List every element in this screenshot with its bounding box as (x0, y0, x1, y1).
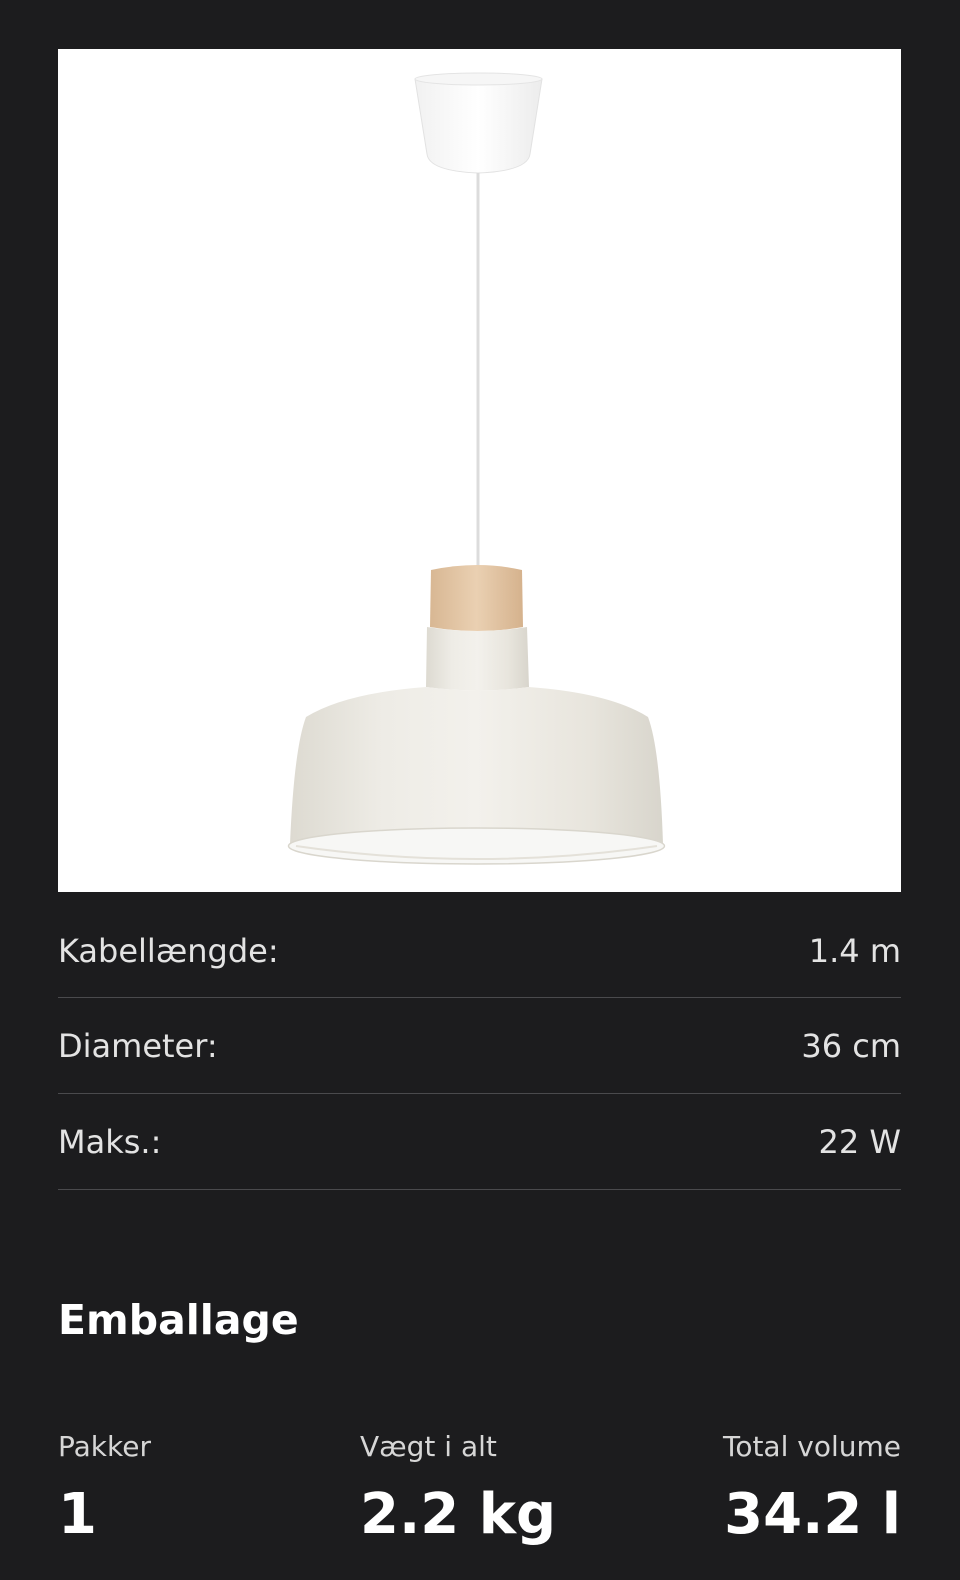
packages-value: 1 (58, 1482, 97, 1547)
weight-stat: Vægt i alt 2.2 kg (360, 1433, 556, 1543)
spec-row-cable-length: Kabellængde: 1.4 m (58, 905, 901, 998)
packaging-title: Emballage (58, 1296, 299, 1344)
specs-list: Kabellængde: 1.4 m Diameter: 36 cm Maks.… (58, 905, 901, 1190)
spec-value: 1.4 m (808, 932, 901, 970)
spec-value: 36 cm (801, 1026, 901, 1065)
spec-value: 22 W (818, 1122, 901, 1161)
packages-stat: Pakker 1 (58, 1433, 151, 1543)
spec-row-max-wattage: Maks.: 22 W (58, 1094, 901, 1190)
packages-label: Pakker (58, 1430, 151, 1463)
volume-stat: Total volume 34.2 l (723, 1433, 901, 1543)
spec-row-diameter: Diameter: 36 cm (58, 998, 901, 1094)
packaging-summary: Pakker 1 Vægt i alt 2.2 kg Total volume … (58, 1433, 901, 1553)
pendant-lamp-illustration (287, 72, 666, 865)
spec-label: Maks.: (58, 1122, 162, 1161)
weight-label: Vægt i alt (360, 1430, 497, 1463)
volume-value: 34.2 l (724, 1482, 901, 1547)
volume-label: Total volume (722, 1430, 901, 1463)
weight-value: 2.2 kg (360, 1482, 557, 1547)
spec-label: Kabellængde: (58, 932, 279, 970)
product-image[interactable] (58, 49, 901, 892)
spec-label: Diameter: (58, 1026, 218, 1065)
